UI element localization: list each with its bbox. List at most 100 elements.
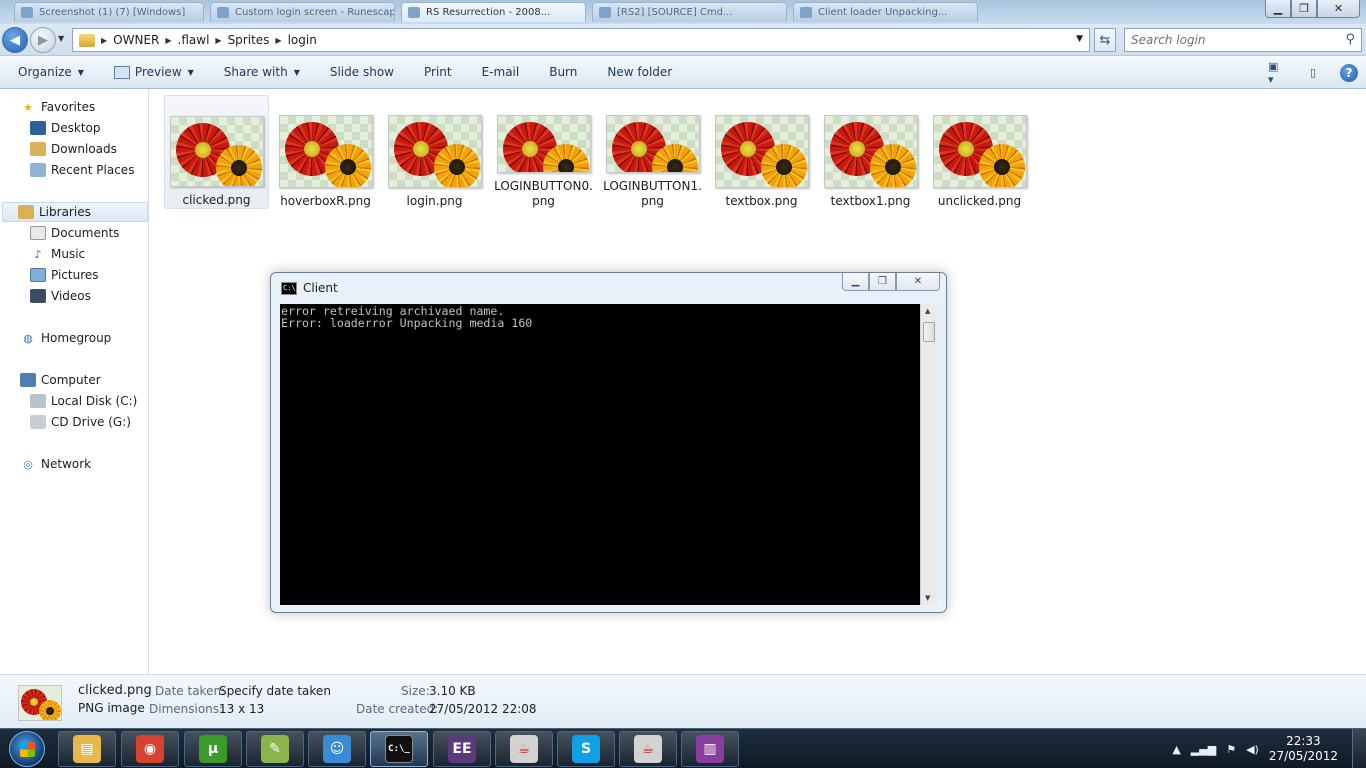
console-scrollbar[interactable]: ▲ ▼	[920, 304, 937, 605]
clock[interactable]: 22:33 27/05/2012	[1269, 734, 1338, 764]
scrollbar-thumb[interactable]	[923, 322, 935, 342]
nav-favorites[interactable]: ★ Favorites	[20, 97, 95, 117]
search-icon[interactable]: ⚲	[1345, 32, 1355, 47]
organize-menu[interactable]: Organize ▼	[18, 65, 84, 79]
address-dropdown-icon[interactable]: ▼	[1076, 34, 1083, 44]
preview-menu[interactable]: Preview ▼	[113, 65, 194, 79]
file-item[interactable]: textbox1.png	[818, 95, 923, 209]
nav-label: CD Drive (G:)	[51, 415, 131, 429]
background-tab[interactable]: Custom login screen - Runescape	[210, 2, 395, 22]
breadcrumb-item[interactable]: .flawl	[178, 33, 210, 47]
file-item[interactable]: LOGINBUTTON0.png	[491, 95, 596, 209]
taskbar-java[interactable]: ☕	[495, 731, 553, 767]
nav-downloads[interactable]: Downloads	[30, 139, 117, 159]
file-item[interactable]: LOGINBUTTON1.png	[600, 95, 705, 209]
background-tab[interactable]: Client loader Unpacking...	[793, 2, 978, 22]
print-button[interactable]: Print	[424, 65, 452, 79]
nav-network[interactable]: ◎ Network	[20, 454, 91, 474]
nav-videos[interactable]: Videos	[30, 286, 91, 306]
share-with-menu[interactable]: Share with ▼	[224, 65, 300, 79]
nav-local-disk[interactable]: Local Disk (C:)	[30, 391, 137, 411]
file-item[interactable]: clicked.png	[164, 95, 269, 209]
taskbar-skype[interactable]: S	[557, 731, 615, 767]
taskbar-winrar[interactable]: ▥	[681, 731, 739, 767]
console-output[interactable]: error retreiving archivaed name. Error: l…	[280, 304, 920, 605]
action-center-icon[interactable]: ⚑	[1226, 743, 1236, 756]
nav-desktop[interactable]: Desktop	[30, 118, 101, 138]
file-item[interactable]: login.png	[382, 95, 487, 209]
documents-icon	[30, 226, 46, 240]
nav-documents[interactable]: Documents	[30, 223, 119, 243]
background-tab[interactable]: Screenshot (1) (7) [Windows]	[14, 2, 204, 22]
chevron-right-icon[interactable]: ▶	[275, 36, 281, 45]
forward-arrow-icon: ▶	[38, 32, 48, 48]
nav-pictures[interactable]: Pictures	[30, 265, 99, 285]
new-folder-button[interactable]: New folder	[607, 65, 672, 79]
console-close-button[interactable]: ✕	[896, 273, 940, 291]
taskbar-google-chrome[interactable]: ◉	[121, 731, 179, 767]
close-button[interactable]: ✕	[1317, 0, 1360, 18]
nav-label: Local Disk (C:)	[51, 394, 138, 408]
date-taken-value[interactable]: Specify date taken	[219, 684, 331, 698]
start-button[interactable]	[2, 729, 52, 768]
nav-label: Downloads	[51, 142, 117, 156]
search-input[interactable]: Search login ⚲	[1124, 28, 1362, 52]
utorrent-icon: µ	[199, 735, 227, 763]
taskbar-eclipse-java-ee[interactable]: EE	[433, 731, 491, 767]
file-item[interactable]: hoverboxR.png	[273, 95, 378, 209]
taskbar-java-2[interactable]: ☕	[619, 731, 677, 767]
nav-label: Pictures	[51, 268, 99, 282]
background-tab[interactable]: [RS2] [SOURCE] Cmd...	[592, 2, 787, 22]
title-bar: Screenshot (1) (7) [Windows] Custom logi…	[0, 0, 1366, 24]
recent-pages-dropdown[interactable]: ▼	[58, 34, 64, 43]
nav-recent-places[interactable]: Recent Places	[30, 160, 134, 180]
breadcrumb-item[interactable]: OWNER	[113, 33, 159, 47]
breadcrumb-item[interactable]: login	[288, 33, 317, 47]
taskbar-windows-live-messenger[interactable]: ☺	[308, 731, 366, 767]
burn-button[interactable]: Burn	[549, 65, 577, 79]
back-arrow-icon: ◀	[10, 32, 20, 48]
nav-computer[interactable]: Computer	[20, 370, 101, 390]
dimensions-value: 13 x 13	[219, 702, 265, 716]
chevron-right-icon[interactable]: ▶	[215, 36, 221, 45]
volume-icon[interactable]: ◀)	[1246, 743, 1259, 756]
show-desktop-button[interactable]	[1352, 729, 1366, 768]
console-title-text: Client	[303, 281, 338, 295]
nav-homegroup[interactable]: ◍ Homegroup	[20, 328, 111, 348]
chevron-down-icon: ▼	[77, 67, 84, 77]
nav-cd-drive[interactable]: CD Drive (G:)	[30, 412, 131, 432]
taskbar-windows-explorer[interactable]: ▤	[58, 731, 116, 767]
forward-button[interactable]: ▶	[30, 27, 56, 53]
network-signal-icon[interactable]: ▂▄▆	[1191, 743, 1216, 756]
file-name: textbox1.png	[830, 194, 911, 208]
change-view-icon[interactable]: ▣ ▾	[1268, 60, 1286, 86]
clock-date: 27/05/2012	[1268, 749, 1338, 763]
refresh-button[interactable]: ⇆	[1094, 28, 1116, 52]
windows-explorer-icon: ▤	[73, 735, 101, 763]
scroll-up-icon[interactable]: ▲	[925, 307, 930, 315]
help-icon[interactable]: ?	[1340, 63, 1358, 82]
address-bar[interactable]: ▶ OWNER ▶ .flawl ▶ Sprites ▶ login ▼	[72, 28, 1090, 52]
slide-show-button[interactable]: Slide show	[330, 65, 394, 79]
file-item[interactable]: unclicked.png	[927, 95, 1032, 209]
background-tab[interactable]: RS Resurrection - 2008...	[401, 2, 586, 22]
preview-pane-icon[interactable]: ▯	[1304, 65, 1322, 81]
scroll-down-icon[interactable]: ▼	[925, 594, 930, 602]
taskbar-command-prompt[interactable]: C:\_	[370, 731, 428, 767]
show-hidden-icons-icon[interactable]: ▲	[1172, 743, 1180, 756]
command-bar: Organize ▼ Preview ▼ Share with ▼ Slide sho…	[0, 56, 1366, 89]
nav-music[interactable]: ♪ Music	[30, 244, 85, 264]
console-restore-button[interactable]: ❐	[869, 273, 896, 291]
taskbar-notepad-plus[interactable]: ✎	[246, 731, 304, 767]
chevron-right-icon[interactable]: ▶	[165, 36, 171, 45]
email-button[interactable]: E-mail	[482, 65, 520, 79]
file-item[interactable]: textbox.png	[709, 95, 814, 209]
chevron-right-icon[interactable]: ▶	[101, 36, 107, 45]
breadcrumb-item[interactable]: Sprites	[228, 33, 270, 47]
nav-libraries[interactable]: Libraries	[2, 202, 148, 222]
taskbar-utorrent[interactable]: µ	[184, 731, 242, 767]
console-minimize-button[interactable]: ▁	[842, 273, 869, 291]
back-button[interactable]: ◀	[2, 27, 28, 53]
minimize-button[interactable]: ▁	[1265, 0, 1291, 18]
restore-button[interactable]: ❐	[1291, 0, 1317, 18]
